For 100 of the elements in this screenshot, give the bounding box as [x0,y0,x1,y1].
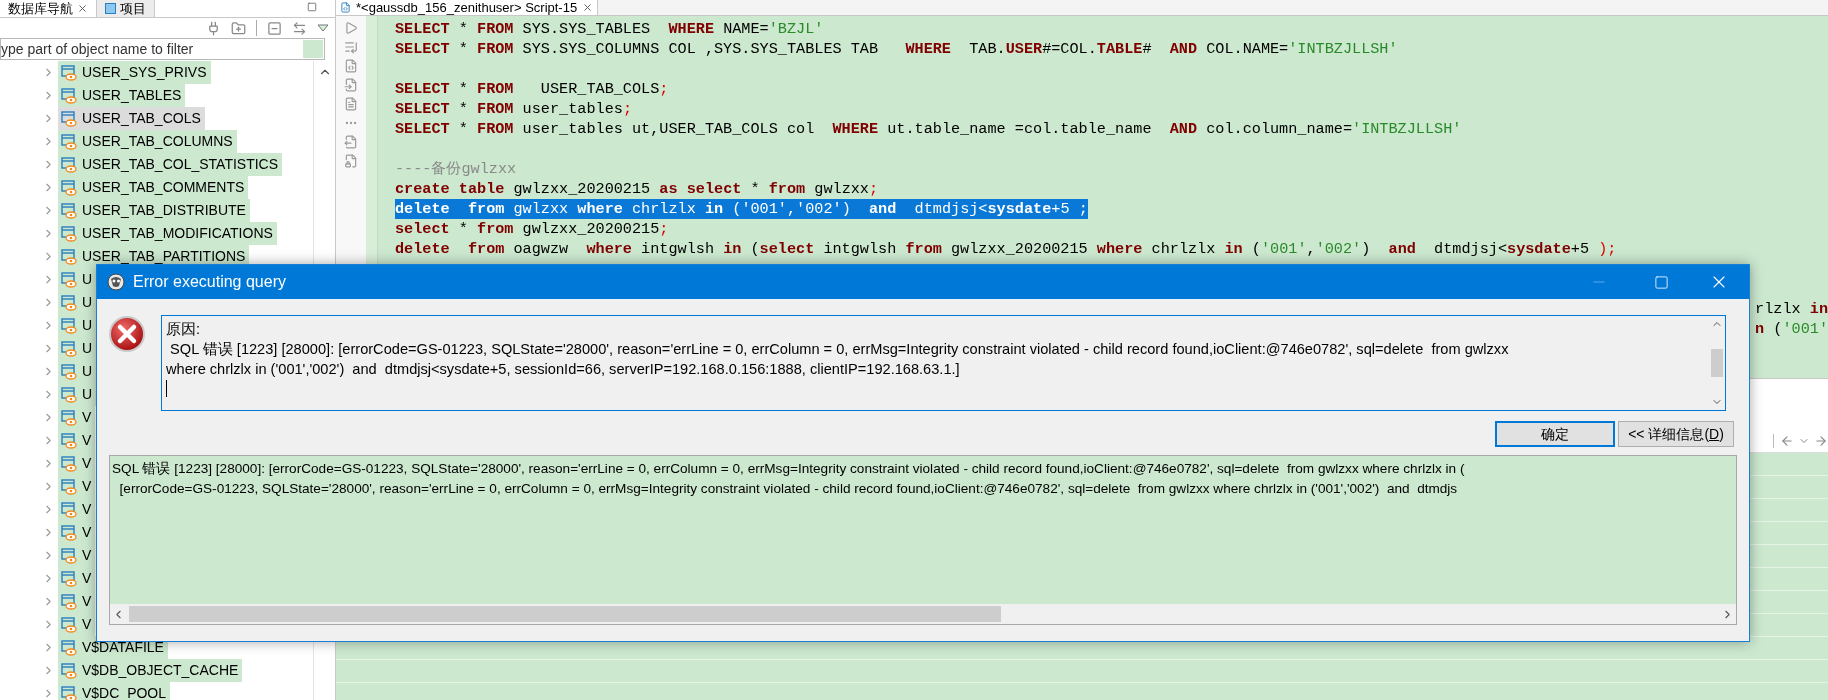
view-icon [61,248,77,265]
view-icon [61,133,77,150]
tree-item[interactable]: V [58,406,96,429]
tree-item[interactable]: USER_TAB_COLS [58,107,205,130]
error-icon [108,315,146,353]
filter-field[interactable]: ype part of object name to filter [0,38,325,60]
tree-item[interactable]: U [58,268,97,291]
code-line: SELECT * FROM USER_TAB_COLS; [395,79,669,99]
view-icon [61,524,77,541]
tree-item[interactable]: U [58,291,97,314]
tree-item[interactable]: V [58,521,96,544]
tree-item[interactable]: V [58,452,96,475]
link-icon[interactable] [292,20,307,36]
run-script-icon[interactable] [344,40,358,54]
tree-item[interactable]: USER_TAB_MODIFICATIONS [58,222,277,245]
details-button[interactable]: << 详细信息(D) [1618,421,1734,447]
view-icon [61,501,77,518]
tree-item[interactable]: U [58,360,97,383]
message-text: where chrlzlx in ('001','002') and dtmdjsj<sysdate+5, sessionId=66, serverIP=192.168.0.156:1888, clientIP=192.168.63.1.] [166,361,960,377]
code-line: ----备份gwlzxx [395,159,517,179]
details-text: SQL 错误 [1223] [28000]: [errorCode=GS-01223, SQLState='28000', reason='errLine = 0, errColumn = 0, errMsg=Integrity constraint violated - child record found,ioClient:@746e0782', sql=delete from gwlzxx where chrlzlx in ( [112,461,1465,476]
scrollbar-thumb[interactable] [1711,349,1723,377]
file-import-icon[interactable] [344,78,358,92]
view-icon [61,271,77,288]
view-icon [61,386,77,403]
tree-item[interactable]: U [58,337,97,360]
view-icon [61,662,77,679]
view-icon [61,110,77,127]
tree-item[interactable]: USER_TABLES [58,84,186,107]
close-icon[interactable] [77,3,88,14]
view-icon [61,478,77,495]
maximize-icon[interactable] [1654,274,1669,290]
project-icon [105,3,116,14]
view-icon [61,570,77,587]
script-icon [340,1,351,13]
code-line: SELECT * FROM SYS.SYS_TABLES WHERE NAME='BZJL' [395,19,824,39]
tree-item[interactable]: V [58,590,96,613]
editor-tab[interactable]: *<gaussdb_156_zenithuser> Script-15 [336,0,599,15]
view-icon [61,409,77,426]
file-text-icon[interactable] [344,97,358,111]
view-icon [61,156,77,173]
tree-item[interactable]: V$DB_OBJECT_CACHE [58,659,243,682]
collapse-icon[interactable] [267,20,282,36]
view-icon [61,294,77,311]
new-folder-icon[interactable] [231,20,246,36]
view-icon [61,547,77,564]
horizontal-scrollbar[interactable] [110,604,1736,624]
view-icon [61,616,77,633]
view-icon [61,455,77,472]
connect-icon[interactable] [206,20,221,36]
minimize-icon[interactable] [307,2,317,12]
view-icon [61,639,77,656]
tree-item[interactable]: V [58,613,96,636]
tree-item[interactable]: USER_SYS_PRIVS [58,61,211,84]
tree-item[interactable]: USER_TAB_DISTRIBUTE [58,199,250,222]
dialog-title: Error executing query [133,272,286,292]
message-text: SQL 错误 [1223] [28000]: [errorCode=GS-01223, SQLState='28000', reason='errLine = 0, errColumn = 0, errMsg=Integrity constraint violated - child record found,ioClient:@746e0782', sql=delete from gwlzxx [169,341,1509,357]
tree-item[interactable]: V [58,498,96,521]
tree-item[interactable]: V$DC_POOL [58,682,171,700]
code-line: delete from oagwzw where intgwlsh in (select intgwlsh from gwlzxx_20200215 where chrlzlx in ('001','002') and dtmdjsj<sysdate+5 ); [395,239,1617,259]
scrollbar-thumb[interactable] [129,606,1001,622]
file-export-icon[interactable] [344,135,358,149]
file-lock-icon[interactable] [344,154,358,168]
tree-item[interactable]: V [58,567,96,590]
text-cursor [166,380,167,397]
view-icon [61,593,77,610]
view-icon [61,64,77,81]
tree-item[interactable]: USER_TAB_COMMENTS [58,176,249,199]
code-line: select * from gwlzxx_20200215; [395,219,669,239]
message-text: 原因: [166,321,201,337]
view-icon [61,179,77,196]
code-line: SELECT * FROM user_tables; [395,99,632,119]
code-line: n ('001' [1755,319,1828,339]
app-icon [107,273,125,291]
ok-button[interactable]: 确定 [1495,421,1615,447]
tree-item[interactable]: U [58,314,97,337]
view-icon [61,202,77,219]
code-line: SELECT * FROM SYS.SYS_COLUMNS COL ,SYS.SYS_TABLES TAB WHERE TAB.USER#=COL.TABLE# AND COL.NAME='INTBZJLLSH' [395,39,1398,59]
file-code-icon[interactable] [344,59,358,73]
details-text: [errorCode=GS-01223, SQLState='28000', reason='errLine = 0, errColumn = 0, errMsg=Integrity constraint violated - child record found,ioClient:@746e0782', sql=delete from gwlzxx where chrlzlx in ('001','002') and dtmdjs [118,481,1458,496]
view-icon [61,363,77,380]
view-icon [61,340,77,357]
tree-item[interactable]: USER_TAB_COL_STATISTICS [58,153,283,176]
details-text-area[interactable] [109,455,1737,625]
view-icon [61,317,77,334]
view-icon [61,432,77,449]
tree-item[interactable]: USER_TAB_COLUMNS [58,130,237,153]
menu-icon[interactable] [317,24,329,32]
close-icon[interactable] [582,1,594,13]
tree-item[interactable]: V [58,429,96,452]
code-line: SELECT * FROM user_tables ut,USER_TAB_COLS col WHERE ut.table_name =col.table_name AND col.column_name='INTBZJLLSH' [395,119,1462,139]
run-icon[interactable] [344,21,358,35]
tree-item[interactable]: U [58,383,97,406]
tree-item[interactable]: V [58,544,96,567]
panel-tab[interactable]: 项目 [97,0,155,17]
tree-item[interactable]: V [58,475,96,498]
code-line: create table gwlzxx_20200215 as select * from gwlzxx; [395,179,879,199]
message-text-area[interactable] [161,315,1726,411]
view-icon [61,685,77,700]
code-line: rlzlx in [1755,299,1828,319]
